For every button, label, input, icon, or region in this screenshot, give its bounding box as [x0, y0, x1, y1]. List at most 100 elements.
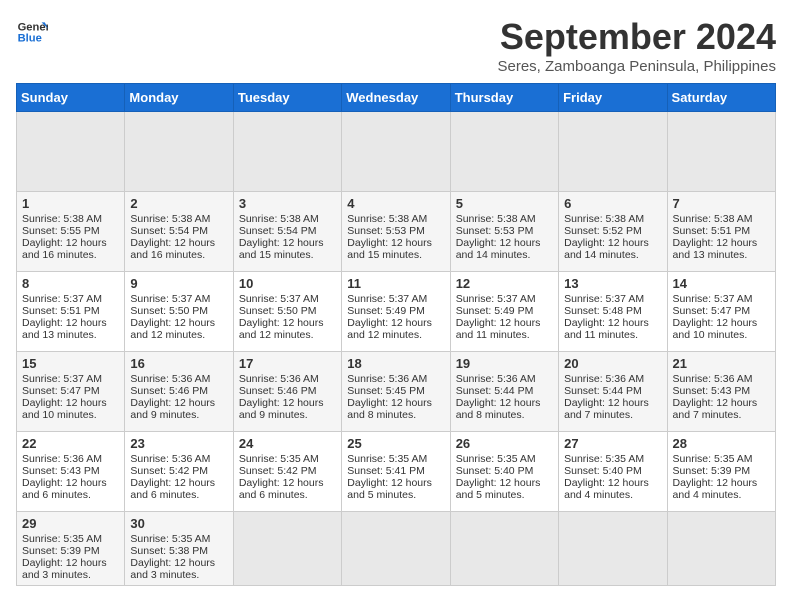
sunset-label: Sunset: 5:51 PM — [22, 305, 100, 317]
calendar-cell: 4Sunrise: 5:38 AMSunset: 5:53 PMDaylight… — [342, 192, 450, 272]
daylight-label: Daylight: 12 hours and 16 minutes. — [130, 237, 215, 261]
sunrise-label: Sunrise: 5:36 AM — [456, 373, 536, 385]
col-header-saturday: Saturday — [667, 84, 775, 112]
day-number: 23 — [130, 436, 227, 451]
day-number: 19 — [456, 356, 553, 371]
sunrise-label: Sunrise: 5:37 AM — [347, 293, 427, 305]
calendar-cell: 13Sunrise: 5:37 AMSunset: 5:48 PMDayligh… — [559, 272, 667, 352]
sunset-label: Sunset: 5:39 PM — [673, 465, 751, 477]
daylight-label: Daylight: 12 hours and 10 minutes. — [673, 317, 758, 341]
day-number: 22 — [22, 436, 119, 451]
calendar-cell: 18Sunrise: 5:36 AMSunset: 5:45 PMDayligh… — [342, 352, 450, 432]
day-number: 16 — [130, 356, 227, 371]
sunrise-label: Sunrise: 5:36 AM — [130, 453, 210, 465]
sunrise-label: Sunrise: 5:35 AM — [22, 533, 102, 545]
calendar-cell: 27Sunrise: 5:35 AMSunset: 5:40 PMDayligh… — [559, 432, 667, 512]
day-number: 27 — [564, 436, 661, 451]
calendar-cell — [667, 112, 775, 192]
day-number: 11 — [347, 276, 444, 291]
daylight-label: Daylight: 12 hours and 5 minutes. — [456, 477, 541, 501]
calendar-cell: 8Sunrise: 5:37 AMSunset: 5:51 PMDaylight… — [17, 272, 125, 352]
sunrise-label: Sunrise: 5:36 AM — [347, 373, 427, 385]
sunrise-label: Sunrise: 5:37 AM — [239, 293, 319, 305]
calendar-cell — [233, 112, 341, 192]
title-block: September 2024 Seres, Zamboanga Peninsul… — [497, 16, 776, 75]
daylight-label: Daylight: 12 hours and 3 minutes. — [22, 557, 107, 581]
location-subtitle: Seres, Zamboanga Peninsula, Philippines — [497, 58, 776, 75]
sunset-label: Sunset: 5:42 PM — [130, 465, 208, 477]
day-number: 15 — [22, 356, 119, 371]
sunrise-label: Sunrise: 5:38 AM — [239, 213, 319, 225]
sunset-label: Sunset: 5:44 PM — [564, 385, 642, 397]
calendar-cell — [342, 112, 450, 192]
calendar-cell: 21Sunrise: 5:36 AMSunset: 5:43 PMDayligh… — [667, 352, 775, 432]
sunset-label: Sunset: 5:50 PM — [239, 305, 317, 317]
sunset-label: Sunset: 5:44 PM — [456, 385, 534, 397]
sunset-label: Sunset: 5:40 PM — [564, 465, 642, 477]
daylight-label: Daylight: 12 hours and 5 minutes. — [347, 477, 432, 501]
month-year-title: September 2024 — [497, 16, 776, 58]
daylight-label: Daylight: 12 hours and 11 minutes. — [564, 317, 649, 341]
sunset-label: Sunset: 5:55 PM — [22, 225, 100, 237]
calendar-cell: 19 Sunrise: 5:36 AMSunset: 5:44 PMDayligh… — [450, 352, 558, 432]
day-number: 29 — [22, 516, 119, 531]
calendar-cell: 9Sunrise: 5:37 AMSunset: 5:50 PMDaylight… — [125, 272, 233, 352]
sunset-label: Sunset: 5:53 PM — [456, 225, 534, 237]
day-number: 6 — [564, 196, 661, 211]
calendar-cell: 28Sunrise: 5:35 AMSunset: 5:39 PMDayligh… — [667, 432, 775, 512]
sunset-label: Sunset: 5:48 PM — [564, 305, 642, 317]
day-number: 21 — [673, 356, 770, 371]
day-number: 9 — [130, 276, 227, 291]
day-number: 5 — [456, 196, 553, 211]
calendar-cell: 7Sunrise: 5:38 AMSunset: 5:51 PMDaylight… — [667, 192, 775, 272]
daylight-label: Daylight: 12 hours and 8 minutes. — [456, 397, 541, 421]
logo: General Blue — [16, 16, 48, 48]
calendar-cell — [125, 112, 233, 192]
col-header-monday: Monday — [125, 84, 233, 112]
sunset-label: Sunset: 5:43 PM — [673, 385, 751, 397]
sunrise-label: Sunrise: 5:36 AM — [239, 373, 319, 385]
day-number: 7 — [673, 196, 770, 211]
sunrise-label: Sunrise: 5:38 AM — [347, 213, 427, 225]
calendar-cell: 6Sunrise: 5:38 AMSunset: 5:52 PMDaylight… — [559, 192, 667, 272]
daylight-label: Daylight: 12 hours and 12 minutes. — [347, 317, 432, 341]
day-number: 25 — [347, 436, 444, 451]
calendar-cell: 30Sunrise: 5:35 AMSunset: 5:38 PMDayligh… — [125, 512, 233, 586]
daylight-label: Daylight: 12 hours and 13 minutes. — [673, 237, 758, 261]
sunrise-label: Sunrise: 5:36 AM — [130, 373, 210, 385]
calendar-cell: 23Sunrise: 5:36 AMSunset: 5:42 PMDayligh… — [125, 432, 233, 512]
sunrise-label: Sunrise: 5:38 AM — [673, 213, 753, 225]
day-number: 24 — [239, 436, 336, 451]
sunset-label: Sunset: 5:52 PM — [564, 225, 642, 237]
sunrise-label: Sunrise: 5:35 AM — [456, 453, 536, 465]
calendar-cell: 22Sunrise: 5:36 AMSunset: 5:43 PMDayligh… — [17, 432, 125, 512]
daylight-label: Daylight: 12 hours and 7 minutes. — [673, 397, 758, 421]
calendar-cell: 26Sunrise: 5:35 AMSunset: 5:40 PMDayligh… — [450, 432, 558, 512]
sunrise-label: Sunrise: 5:37 AM — [130, 293, 210, 305]
daylight-label: Daylight: 12 hours and 10 minutes. — [22, 397, 107, 421]
daylight-label: Daylight: 12 hours and 9 minutes. — [239, 397, 324, 421]
sunrise-label: Sunrise: 5:37 AM — [673, 293, 753, 305]
sunset-label: Sunset: 5:50 PM — [130, 305, 208, 317]
daylight-label: Daylight: 12 hours and 14 minutes. — [456, 237, 541, 261]
day-number: 30 — [130, 516, 227, 531]
day-number: 3 — [239, 196, 336, 211]
col-header-wednesday: Wednesday — [342, 84, 450, 112]
logo-icon: General Blue — [16, 16, 48, 48]
calendar-cell — [17, 112, 125, 192]
daylight-label: Daylight: 12 hours and 9 minutes. — [130, 397, 215, 421]
col-header-sunday: Sunday — [17, 84, 125, 112]
daylight-label: Daylight: 12 hours and 15 minutes. — [239, 237, 324, 261]
sunrise-label: Sunrise: 5:36 AM — [564, 373, 644, 385]
day-number: 28 — [673, 436, 770, 451]
day-number: 14 — [673, 276, 770, 291]
sunset-label: Sunset: 5:45 PM — [347, 385, 425, 397]
calendar-table: SundayMondayTuesdayWednesdayThursdayFrid… — [16, 83, 776, 586]
sunset-label: Sunset: 5:47 PM — [22, 385, 100, 397]
calendar-cell — [559, 512, 667, 586]
col-header-thursday: Thursday — [450, 84, 558, 112]
day-number: 4 — [347, 196, 444, 211]
svg-text:Blue: Blue — [18, 33, 42, 45]
calendar-cell: 20Sunrise: 5:36 AMSunset: 5:44 PMDayligh… — [559, 352, 667, 432]
daylight-label: Daylight: 12 hours and 7 minutes. — [564, 397, 649, 421]
